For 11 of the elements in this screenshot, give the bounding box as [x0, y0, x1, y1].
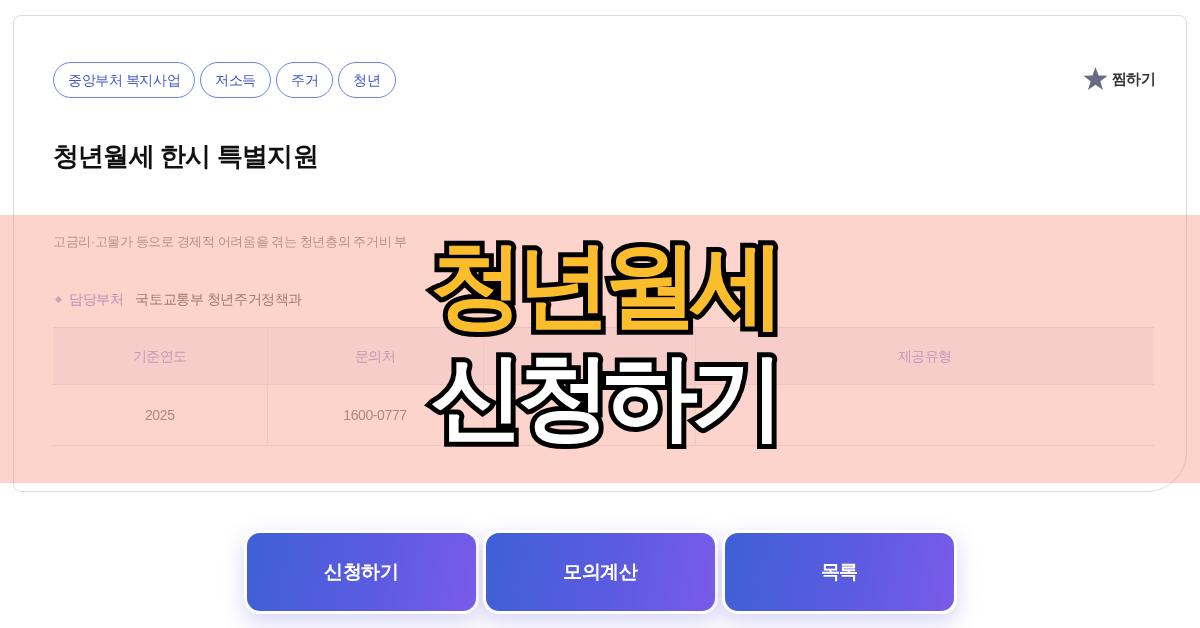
star-icon — [1082, 67, 1108, 91]
bookmark-button[interactable]: 찜하기 — [1082, 67, 1155, 91]
table-cell: 2025 — [144, 406, 175, 423]
page-title: 청년월세 한시 특별지원 — [53, 140, 319, 173]
table-cell: 1600-0777 — [343, 406, 407, 423]
description-text: 고금리·고물가 등으로 경제적 어려움을 겪는 청년층의 주거비 부 — [53, 233, 407, 251]
banner-headline: 청년월세 — [430, 231, 778, 339]
department-name: 국토교통부 청년주거정책과 — [135, 290, 303, 309]
diamond-bullet-icon — [55, 295, 62, 303]
department-label: 담당부처 — [69, 290, 124, 309]
banner-headline: 신청하기 — [430, 343, 778, 451]
